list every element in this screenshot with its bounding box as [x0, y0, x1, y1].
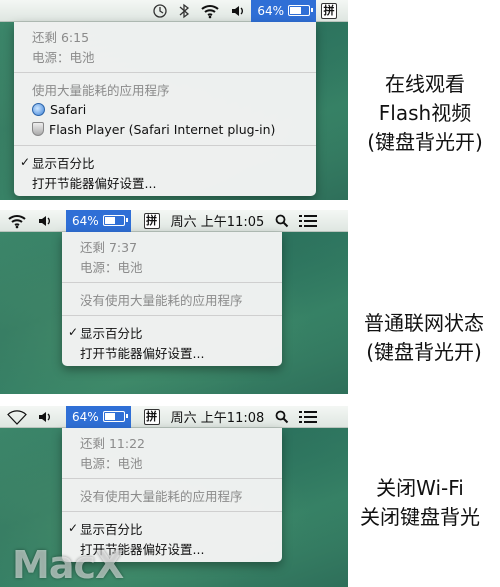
menu-item-open-energy-prefs[interactable]: 打开节能器偏好设置...	[62, 342, 282, 362]
flash-player-icon	[32, 122, 44, 136]
notification-center-icon[interactable]	[294, 406, 322, 428]
battery-fill	[104, 217, 116, 224]
bluetooth-icon[interactable]	[173, 0, 195, 22]
menu-separator	[62, 511, 282, 512]
checkmark-icon: ✓	[68, 521, 79, 535]
menu-separator	[62, 315, 282, 316]
menu-separator	[62, 282, 282, 283]
battery-percent: 64%	[72, 409, 99, 424]
time-remaining: 还剩 7:37	[80, 239, 138, 255]
battery-status-button[interactable]: 64%	[66, 406, 131, 428]
screenshot-panel-2: 64% 拼 周六 上午11:05 还剩 7:37 电源：电池 没有使用大量能耗的…	[0, 210, 348, 394]
menu-bar-clock[interactable]: 周六 上午11:08	[165, 406, 271, 428]
battery-menu: 还剩 6:15 电源：电池 使用大量能耗的应用程序 Safari Flash P…	[14, 22, 316, 196]
battery-status-button[interactable]: 64%	[66, 210, 131, 232]
power-source: 电源：电池	[80, 455, 143, 471]
menu-item-show-percent[interactable]: ✓ 显示百分比	[62, 322, 282, 342]
battery-icon	[102, 411, 128, 422]
menu-item-label: 显示百分比	[32, 155, 95, 171]
menu-separator	[62, 478, 282, 479]
menu-item-label: 显示百分比	[80, 325, 143, 341]
safari-icon	[32, 102, 45, 116]
menu-item-show-percent[interactable]: ✓ 显示百分比	[14, 152, 316, 172]
menu-bar: 64% 拼 周六 上午11:08	[0, 406, 348, 428]
app-label: Flash Player (Safari Internet plug-in)	[49, 121, 276, 137]
battery-status-button[interactable]: 64%	[251, 0, 316, 22]
wifi-off-icon[interactable]	[2, 406, 32, 428]
caption-line: 在线观看	[385, 72, 465, 96]
macx-watermark: MacX	[12, 543, 124, 587]
input-method-icon: 拼	[321, 2, 337, 19]
app-label: Safari	[50, 101, 87, 117]
wifi-icon[interactable]	[195, 0, 225, 22]
screenshot-panel-3: 64% 拼 周六 上午11:08 还剩 11:22 电源：电池 没有使用大量能耗…	[0, 406, 348, 587]
wifi-icon[interactable]	[2, 210, 32, 232]
checkmark-icon: ✓	[68, 325, 79, 339]
input-method-menu[interactable]: 拼	[139, 210, 165, 232]
caption-line: Flash视频	[378, 101, 472, 125]
time-machine-icon[interactable]	[147, 0, 173, 22]
battery-menu: 还剩 7:37 电源：电池 没有使用大量能耗的应用程序 ✓ 显示百分比 打开节能…	[62, 232, 282, 366]
input-method-icon: 拼	[143, 212, 160, 229]
battery-menu: 还剩 11:22 电源：电池 没有使用大量能耗的应用程序 ✓ 显示百分比 打开节…	[62, 428, 282, 562]
menu-bar: 64% 拼 周六 上午11:05	[0, 210, 348, 232]
caption-2: 普通联网状态 (键盘背光开)	[348, 309, 500, 367]
caption-3: 关闭Wi-Fi 关闭键盘背光	[340, 474, 500, 532]
spotlight-search-icon[interactable]	[270, 210, 294, 232]
menu-separator	[14, 145, 316, 146]
energy-apps-header: 没有使用大量能耗的应用程序	[80, 292, 243, 308]
menu-separator	[14, 72, 316, 73]
screenshot-panel-1: 64% 拼 还剩 6:15 电源：电池 使用大量能耗的应用程序 Safari F…	[0, 0, 348, 200]
menu-item-label: 显示百分比	[80, 521, 143, 537]
caption-line: 关闭键盘背光	[360, 505, 480, 529]
battery-fill	[104, 413, 116, 420]
notification-center-icon[interactable]	[294, 210, 322, 232]
power-source: 电源：电池	[80, 259, 143, 275]
spotlight-search-icon[interactable]	[270, 406, 294, 428]
caption-line: 普通联网状态	[364, 311, 484, 335]
time-remaining: 还剩 6:15	[32, 29, 90, 45]
battery-percent: 64%	[257, 3, 284, 18]
caption-line: 关闭Wi-Fi	[376, 476, 464, 500]
menu-item-open-energy-prefs[interactable]: 打开节能器偏好设置...	[14, 172, 316, 192]
checkmark-icon: ✓	[20, 155, 31, 169]
battery-icon	[288, 5, 313, 16]
menu-item-safari[interactable]: Safari	[14, 99, 316, 119]
menu-item-label: 打开节能器偏好设置...	[80, 345, 205, 361]
volume-icon[interactable]	[225, 0, 251, 22]
battery-fill	[290, 7, 301, 14]
input-method-menu[interactable]: 拼	[139, 406, 165, 428]
menu-item-label: 打开节能器偏好设置...	[32, 175, 157, 191]
power-source: 电源：电池	[32, 49, 95, 65]
input-method-icon: 拼	[143, 408, 160, 425]
menu-item-show-percent[interactable]: ✓ 显示百分比	[62, 518, 282, 538]
input-method-menu[interactable]: 拼	[316, 0, 342, 22]
energy-apps-header: 没有使用大量能耗的应用程序	[80, 488, 243, 504]
battery-icon	[102, 215, 128, 226]
energy-apps-header: 使用大量能耗的应用程序	[32, 82, 170, 98]
caption-line: (键盘背光开)	[367, 130, 483, 154]
volume-icon[interactable]	[32, 210, 58, 232]
time-remaining: 还剩 11:22	[80, 435, 145, 451]
volume-icon[interactable]	[32, 406, 58, 428]
battery-percent: 64%	[72, 213, 99, 228]
menu-item-flash-player[interactable]: Flash Player (Safari Internet plug-in)	[14, 119, 316, 139]
menu-bar: 64% 拼	[0, 0, 348, 22]
caption-1: 在线观看 Flash视频 (键盘背光开)	[352, 70, 498, 157]
caption-line: (键盘背光开)	[366, 340, 482, 364]
menu-bar-clock[interactable]: 周六 上午11:05	[165, 210, 271, 232]
